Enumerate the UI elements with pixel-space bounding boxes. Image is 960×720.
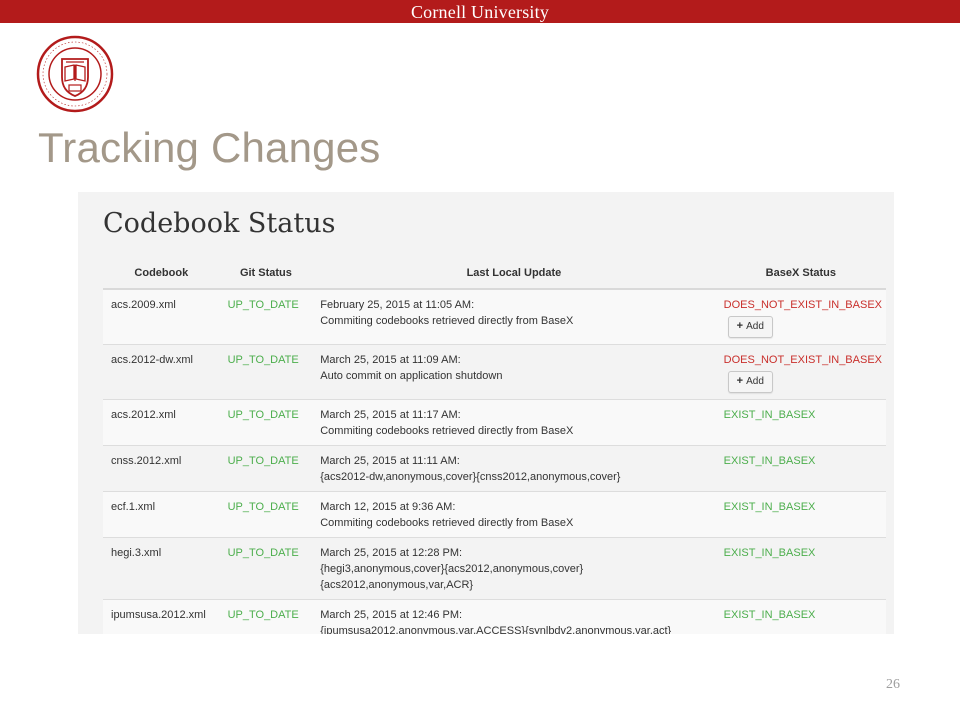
git-status: UP_TO_DATE — [219, 491, 313, 538]
page-number: 26 — [886, 677, 900, 692]
table-row: ecf.1.xml UP_TO_DATE March 12, 2015 at 9:3… — [103, 491, 886, 538]
table-row: acs.2012-dw.xml UP_TO_DATE March 25, 2015 … — [103, 344, 886, 400]
plus-icon: + — [736, 375, 744, 387]
table-header-row: Codebook Git Status Last Local Update Ba… — [103, 258, 886, 290]
basex-status: EXIST_IN_BASEX — [723, 547, 816, 559]
header-bar: Cornell University — [0, 0, 960, 23]
codebook-status-panel: Codebook Status Codebook Git Status Last… — [78, 192, 894, 634]
table-row: acs.2009.xml UP_TO_DATE February 25, 2015 … — [103, 288, 886, 345]
last-local-update: March 25, 2015 at 11:17 AM: Commiting cod… — [312, 399, 716, 446]
cornell-seal-icon — [36, 35, 114, 113]
last-local-update: March 25, 2015 at 11:11 AM: {acs2012-dw,a… — [312, 445, 716, 492]
basex-status-cell: EXIST_IN_BASEX — [715, 399, 886, 446]
codebook-name: acs.2012.xml — [103, 399, 220, 446]
update-timestamp: March 25, 2015 at 12:46 PM: — [320, 609, 463, 621]
git-status: UP_TO_DATE — [219, 288, 313, 345]
basex-status-cell: DOES_NOT_EXIST_IN_BASEX + Add — [715, 288, 886, 345]
codebook-name: cnss.2012.xml — [103, 445, 220, 492]
codebook-name: acs.2009.xml — [103, 288, 220, 345]
add-button-label: Add — [746, 321, 764, 332]
update-message: Commiting codebooks retrieved directly f… — [320, 315, 574, 327]
last-local-update: February 25, 2015 at 11:05 AM: Commiting … — [312, 288, 716, 345]
column-header-git-status: Git Status — [219, 258, 313, 290]
update-timestamp: February 25, 2015 at 11:05 AM: — [320, 299, 475, 311]
add-button-label: Add — [746, 376, 764, 387]
basex-status: DOES_NOT_EXIST_IN_BASEX — [723, 354, 882, 366]
update-message: Commiting codebooks retrieved directly f… — [320, 517, 574, 529]
basex-status: EXIST_IN_BASEX — [723, 501, 816, 513]
codebook-name: ecf.1.xml — [103, 491, 220, 538]
add-to-basex-button[interactable]: + Add — [727, 316, 773, 338]
table-row: hegi.3.xml UP_TO_DATE March 25, 2015 at 12… — [103, 537, 886, 600]
update-message: Commiting codebooks retrieved directly f… — [320, 425, 574, 437]
table-row: ipumsusa.2012.xml UP_TO_DATE March 25, 201… — [103, 599, 886, 634]
basex-status: EXIST_IN_BASEX — [723, 455, 816, 467]
table-row: acs.2012.xml UP_TO_DATE March 25, 2015 at … — [103, 399, 886, 446]
codebook-name: ipumsusa.2012.xml — [103, 599, 220, 634]
basex-status-cell: EXIST_IN_BASEX — [715, 491, 886, 538]
update-message: {hegi3,anonymous,cover}{acs2012,anonymou… — [320, 563, 584, 575]
column-header-last-local-update: Last Local Update — [312, 258, 716, 290]
codebook-name: acs.2012-dw.xml — [103, 344, 220, 400]
basex-status-cell: EXIST_IN_BASEX — [715, 445, 886, 492]
update-message: Auto commit on application shutdown — [320, 370, 503, 382]
update-timestamp: March 25, 2015 at 11:09 AM: — [320, 354, 461, 366]
last-local-update: March 25, 2015 at 11:09 AM: Auto commit o… — [312, 344, 716, 400]
codebook-name: hegi.3.xml — [103, 537, 220, 600]
basex-status: EXIST_IN_BASEX — [723, 409, 816, 421]
basex-status-cell: EXIST_IN_BASEX — [715, 599, 886, 634]
git-status: UP_TO_DATE — [219, 399, 313, 446]
column-header-codebook: Codebook — [103, 258, 220, 290]
update-message: {acs2012-dw,anonymous,cover}{cnss2012,an… — [320, 471, 621, 483]
codebook-status-table: Codebook Git Status Last Local Update Ba… — [103, 258, 886, 634]
slide-title: Tracking Changes — [38, 124, 381, 171]
basex-status: DOES_NOT_EXIST_IN_BASEX — [723, 299, 882, 311]
last-local-update: March 25, 2015 at 12:46 PM: {ipumsusa2012… — [312, 599, 716, 634]
update-message: {ipumsusa2012,anonymous,var,ACCESS}{synl… — [320, 625, 672, 634]
plus-icon: + — [736, 320, 744, 332]
institution-name: Cornell University — [410, 2, 550, 22]
column-header-basex-status: BaseX Status — [715, 258, 886, 290]
update-timestamp: March 25, 2015 at 11:17 AM: — [320, 409, 461, 421]
basex-status-cell: EXIST_IN_BASEX — [715, 537, 886, 600]
update-timestamp: March 25, 2015 at 11:11 AM: — [320, 455, 460, 467]
git-status: UP_TO_DATE — [219, 344, 313, 400]
panel-heading: Codebook Status — [103, 208, 336, 239]
basex-status-cell: DOES_NOT_EXIST_IN_BASEX + Add — [715, 344, 886, 400]
update-message: {acs2012,anonymous,var,ACR} — [320, 579, 474, 591]
last-local-update: March 25, 2015 at 12:28 PM: {hegi3,anonym… — [312, 537, 716, 600]
git-status: UP_TO_DATE — [219, 445, 313, 492]
last-local-update: March 12, 2015 at 9:36 AM: Commiting code… — [312, 491, 716, 538]
update-timestamp: March 25, 2015 at 12:28 PM: — [320, 547, 463, 559]
update-timestamp: March 12, 2015 at 9:36 AM: — [320, 501, 456, 513]
add-to-basex-button[interactable]: + Add — [727, 371, 773, 393]
git-status: UP_TO_DATE — [219, 537, 313, 600]
git-status: UP_TO_DATE — [219, 599, 313, 634]
basex-status: EXIST_IN_BASEX — [723, 609, 816, 621]
table-row: cnss.2012.xml UP_TO_DATE March 25, 2015 at… — [103, 445, 886, 492]
